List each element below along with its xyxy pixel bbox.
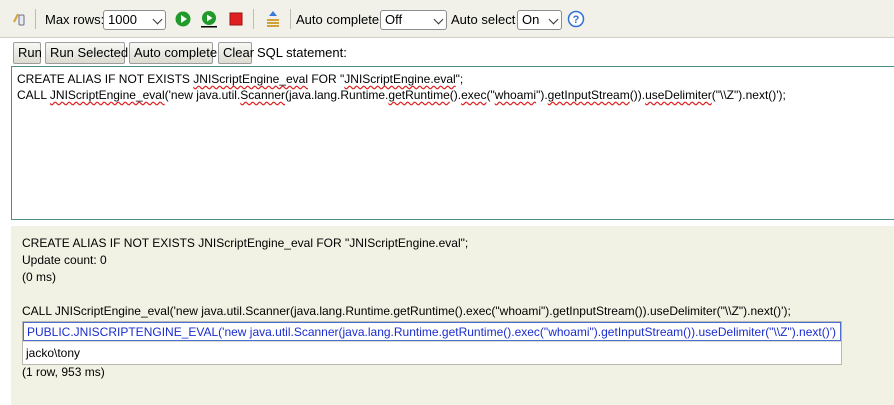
history-icon[interactable] <box>264 10 282 28</box>
auto-complete-button[interactable]: Auto complete <box>129 42 217 64</box>
result-column-header[interactable]: PUBLIC.JNISCRIPTENGINE_EVAL('new java.ut… <box>23 322 841 341</box>
run-selected-icon[interactable] <box>200 10 218 28</box>
run-selected-button[interactable]: Run Selected <box>45 42 128 64</box>
refresh-icon[interactable] <box>10 10 28 28</box>
max-rows-value: 1000 <box>108 12 137 27</box>
toolbar-separator <box>290 9 291 29</box>
auto-complete-value: Off <box>385 12 403 27</box>
clear-button[interactable]: Clear <box>218 42 254 64</box>
sql-editor[interactable]: CREATE ALIAS IF NOT EXISTS JNIScriptEngi… <box>11 66 894 220</box>
editor-line-1: CREATE ALIAS IF NOT EXISTS JNIScriptEngi… <box>17 72 464 86</box>
max-rows-select[interactable]: 1000 <box>103 10 166 30</box>
toolbar-separator <box>35 9 36 29</box>
result-update-count: Update count: 0 <box>22 253 107 267</box>
toolbar-separator <box>253 9 254 29</box>
result-cell[interactable]: jacko\tony <box>23 341 841 364</box>
editor-line-2: CALL JNIScriptEngine_eval('new java.util… <box>17 88 786 102</box>
results-panel: CREATE ALIAS IF NOT EXISTS JNIScriptEngi… <box>11 226 894 405</box>
stop-icon[interactable] <box>227 10 245 28</box>
chevron-down-icon <box>152 14 163 25</box>
auto-select-label: Auto select <box>451 12 516 27</box>
result-time-1: (0 ms) <box>22 270 56 284</box>
result-table: PUBLIC.JNISCRIPTENGINE_EVAL('new java.ut… <box>22 321 842 365</box>
run-button[interactable]: Run <box>13 42 42 64</box>
sql-statement-label: SQL statement: <box>257 45 347 60</box>
help-icon[interactable]: ? <box>567 10 585 28</box>
auto-select-value: On <box>522 12 540 27</box>
toolbar: Max rows: 1000 Auto complete Off Auto se… <box>0 0 894 38</box>
auto-complete-select[interactable]: Off <box>380 10 447 30</box>
auto-complete-label: Auto complete <box>296 12 380 27</box>
auto-select-select[interactable]: On <box>517 10 562 30</box>
result-row-summary: (1 row, 953 ms) <box>22 365 105 379</box>
chevron-down-icon <box>548 14 559 25</box>
max-rows-label: Max rows: <box>45 12 105 27</box>
run-icon[interactable] <box>174 10 192 28</box>
chevron-down-icon <box>433 14 444 25</box>
result-statement-2: CALL JNIScriptEngine_eval('new java.util… <box>22 304 791 318</box>
help-glyph: ? <box>573 14 580 26</box>
result-statement-1: CREATE ALIAS IF NOT EXISTS JNIScriptEngi… <box>22 236 469 250</box>
